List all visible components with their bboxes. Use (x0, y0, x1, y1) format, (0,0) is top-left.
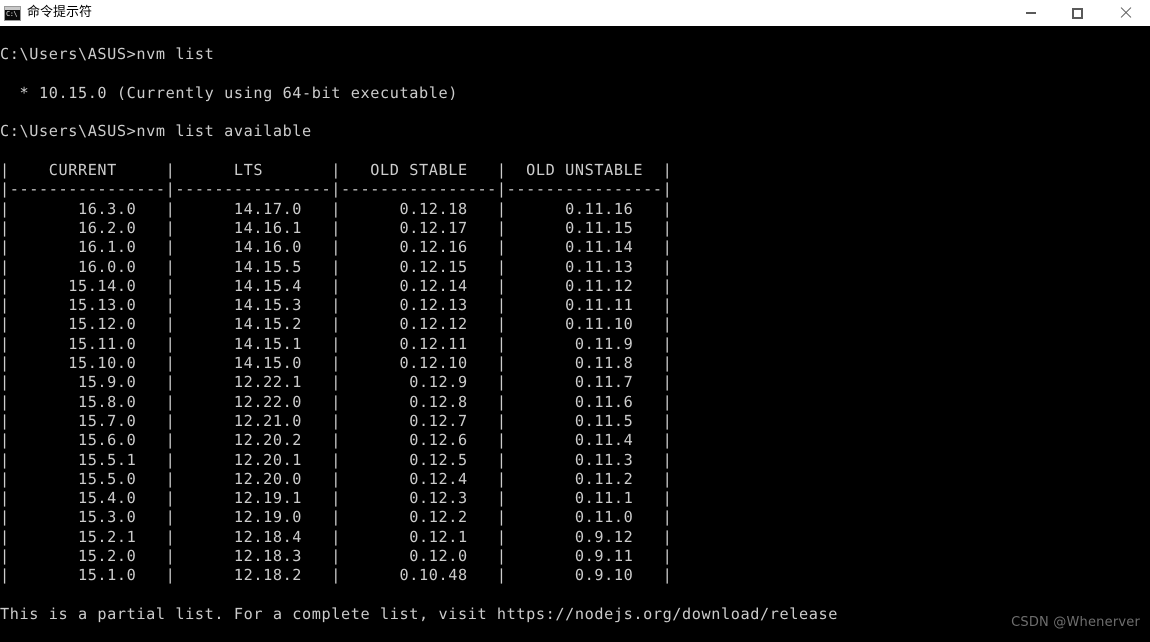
icon-prompt-glyph: C:\ (6, 9, 18, 18)
console-output-area[interactable]: C:\Users\ASUS>nvm list * 10.15.0 (Curren… (0, 26, 1150, 642)
title-bar-left: C:\ 命令提示符 (0, 0, 92, 26)
command-prompt-icon: C:\ (4, 5, 21, 21)
csdn-watermark: CSDN @Whenerver (1011, 615, 1140, 630)
close-button[interactable] (1100, 0, 1150, 26)
maximize-icon (1071, 7, 1083, 19)
minimize-button[interactable] (1008, 0, 1054, 26)
title-bar[interactable]: C:\ 命令提示符 (0, 0, 1150, 26)
minimize-icon (1026, 12, 1036, 14)
window-controls (1008, 0, 1150, 26)
command-prompt-window: C:\ 命令提示符 C:\Users\ASUS>nvm list * 10.15… (0, 0, 1150, 642)
maximize-button[interactable] (1054, 0, 1100, 26)
console-text: C:\Users\ASUS>nvm list * 10.15.0 (Curren… (0, 45, 838, 623)
close-icon (1119, 7, 1131, 19)
window-title: 命令提示符 (27, 5, 93, 20)
